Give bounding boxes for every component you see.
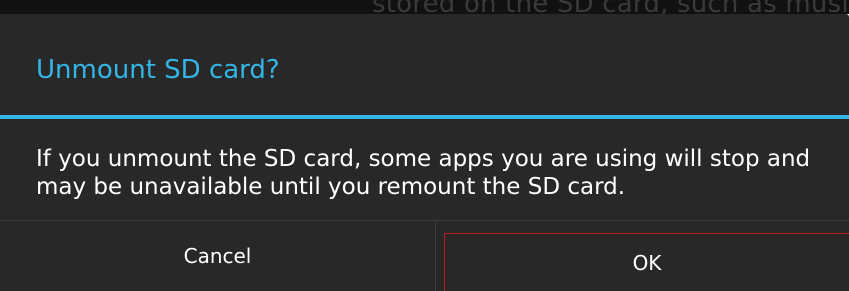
dialog-message: If you unmount the SD card, some apps yo… [36, 146, 811, 200]
ok-button[interactable]: OK [444, 233, 849, 291]
dialog-button-bar: Cancel OK [0, 220, 849, 291]
title-divider [0, 115, 849, 119]
screen: stored on the SD card, such as music or … [0, 0, 849, 291]
dialog-title: Unmount SD card? [36, 55, 280, 85]
cancel-button[interactable]: Cancel [0, 221, 435, 291]
button-divider [435, 221, 436, 291]
background-content: stored on the SD card, such as music or [0, 0, 849, 14]
unmount-dialog: Unmount SD card? If you unmount the SD c… [0, 14, 849, 291]
background-partial-text: stored on the SD card, such as music or [372, 0, 849, 14]
